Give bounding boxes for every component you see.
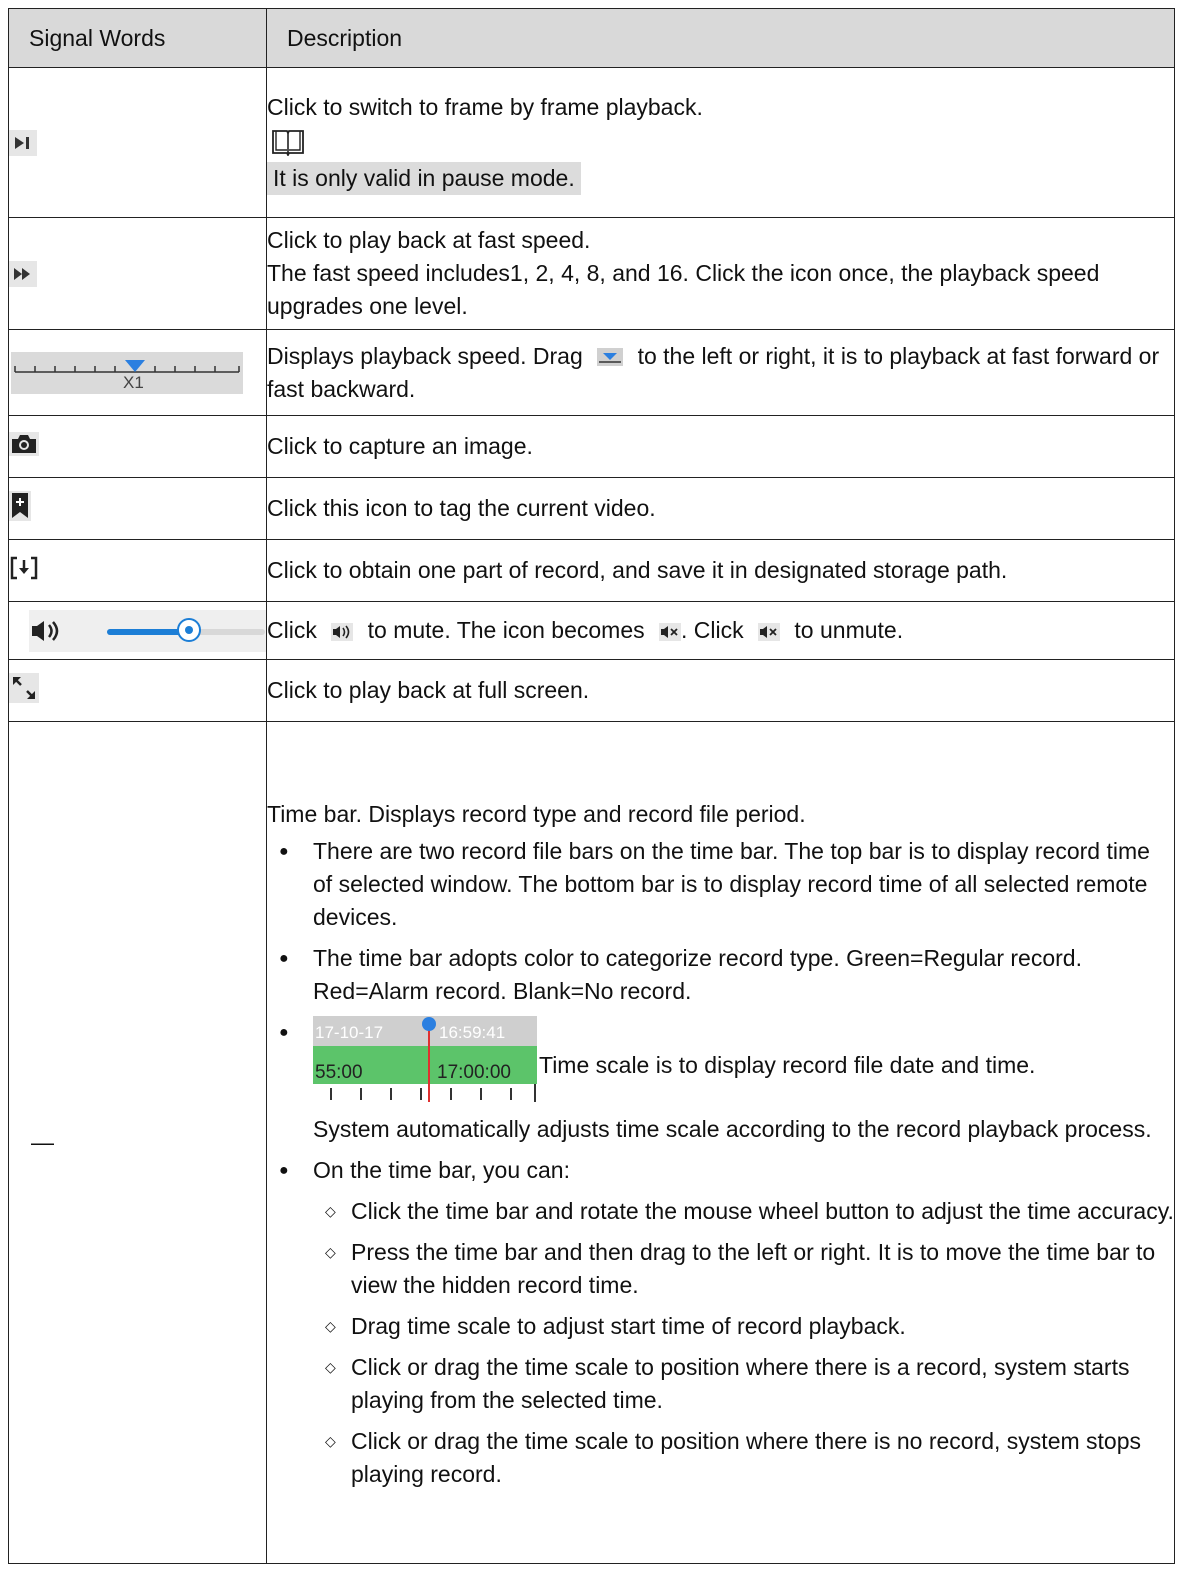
timescale-mid-label: 17:00:00 bbox=[437, 1062, 511, 1083]
volume-desc-4: to unmute. bbox=[794, 617, 904, 643]
table-row: Click to mute. The icon becomes . Click bbox=[8, 601, 1175, 660]
clip-desc: Click to obtain one part of record, and … bbox=[266, 539, 1175, 602]
svg-text:17-10-17: 17-10-17 bbox=[315, 1023, 383, 1042]
frame-step-icon[interactable] bbox=[9, 129, 37, 156]
volume-desc-2: to mute. The icon becomes bbox=[367, 617, 645, 643]
list-item: There are two record file bars on the ti… bbox=[279, 835, 1174, 934]
volume-desc-3: . Click bbox=[681, 617, 744, 643]
list-item: Click or drag the time scale to position… bbox=[325, 1425, 1174, 1491]
volume-on-icon bbox=[331, 622, 354, 641]
capture-desc: Click to capture an image. bbox=[266, 415, 1175, 478]
fullscreen-icon[interactable] bbox=[9, 673, 39, 703]
fast-forward-icon[interactable] bbox=[9, 260, 37, 287]
volume-track[interactable] bbox=[107, 617, 265, 642]
timescale-left-label: 55:00 bbox=[315, 1062, 363, 1083]
fullscreen-desc: Click to play back at full screen. bbox=[266, 659, 1175, 722]
frame-desc: Click to switch to frame by frame playba… bbox=[267, 93, 703, 120]
speed-desc-pre: Displays playback speed. Drag bbox=[267, 342, 583, 369]
list-item: Click or drag the time scale to position… bbox=[325, 1351, 1174, 1417]
table-row: Click to switch to frame by frame playba… bbox=[8, 67, 1175, 218]
signal-words-table: Signal Words Description Click to switch… bbox=[8, 8, 1175, 1564]
svg-text:16:59:41: 16:59:41 bbox=[439, 1023, 505, 1042]
timebar-can: On the time bar, you can: bbox=[313, 1157, 570, 1183]
volume-control[interactable] bbox=[29, 609, 266, 652]
speed-label: X1 bbox=[123, 372, 144, 392]
list-item: The time bar adopts color to categorize … bbox=[279, 942, 1174, 1008]
table-row: Click to capture an image. bbox=[8, 415, 1175, 478]
list-item: Press the time bar and then drag to the … bbox=[325, 1236, 1174, 1302]
volume-knob[interactable] bbox=[177, 617, 202, 642]
header-description: Description bbox=[266, 8, 1175, 68]
note-book-icon bbox=[272, 129, 304, 156]
clip-download-icon[interactable] bbox=[9, 555, 39, 581]
tag-desc: Click this icon to tag the current video… bbox=[266, 477, 1175, 540]
fast-desc-2: The fast speed includes1, 2, 4, 8, and 1… bbox=[267, 260, 1100, 319]
table-row: X1 Displays playback speed. Drag to the … bbox=[8, 329, 1175, 416]
header-signal-words: Signal Words bbox=[8, 8, 267, 68]
timebar-actions: Click the time bar and rotate the mouse … bbox=[313, 1195, 1174, 1491]
table-header-row: Signal Words Description bbox=[8, 8, 1175, 68]
timescale-image: 17-10-17 16:59:41 55:00 17:00:00 bbox=[313, 1016, 537, 1111]
fast-desc-1: Click to play back at fast speed. bbox=[267, 227, 591, 253]
list-item: 17-10-17 16:59:41 55:00 17:00:00 Time sc… bbox=[279, 1016, 1174, 1146]
table-row: Click to play back at fast speed. The fa… bbox=[8, 217, 1175, 330]
list-item: On the time bar, you can: Click the time… bbox=[279, 1154, 1174, 1491]
svg-text:17:00:00: 17:00:00 bbox=[437, 1062, 511, 1083]
timebar-intro: Time bar. Displays record type and recor… bbox=[267, 801, 806, 827]
volume-desc-1: Click bbox=[267, 617, 317, 643]
volume-mute-icon bbox=[758, 622, 781, 641]
bookmark-tag-icon[interactable] bbox=[9, 491, 31, 521]
list-item: Drag time scale to adjust start time of … bbox=[325, 1310, 1174, 1343]
timebar-signal: — bbox=[31, 1129, 54, 1155]
timescale-desc: Time scale is to display record file dat… bbox=[539, 1052, 1036, 1078]
timescale-date: 17-10-17 bbox=[315, 1023, 383, 1042]
timescale-desc-cont: System automatically adjusts time scale … bbox=[313, 1116, 1152, 1142]
camera-icon[interactable] bbox=[9, 432, 39, 456]
volume-mute-icon bbox=[659, 622, 682, 641]
table-row: Click to obtain one part of record, and … bbox=[8, 539, 1175, 602]
list-item: Click the time bar and rotate the mouse … bbox=[325, 1195, 1174, 1228]
table-row: Click to play back at full screen. bbox=[8, 659, 1175, 722]
speed-scale-icon[interactable]: X1 bbox=[11, 351, 243, 394]
timescale-time: 16:59:41 bbox=[439, 1023, 505, 1042]
note-text: It is only valid in pause mode. bbox=[267, 161, 581, 195]
volume-icon[interactable] bbox=[31, 618, 65, 644]
speed-handle-icon bbox=[597, 348, 624, 367]
svg-text:55:00: 55:00 bbox=[315, 1062, 363, 1083]
timebar-bullets: There are two record file bars on the ti… bbox=[267, 835, 1174, 1491]
table-row: — Time bar. Displays record type and rec… bbox=[8, 721, 1175, 1564]
table-row: Click this icon to tag the current video… bbox=[8, 477, 1175, 540]
